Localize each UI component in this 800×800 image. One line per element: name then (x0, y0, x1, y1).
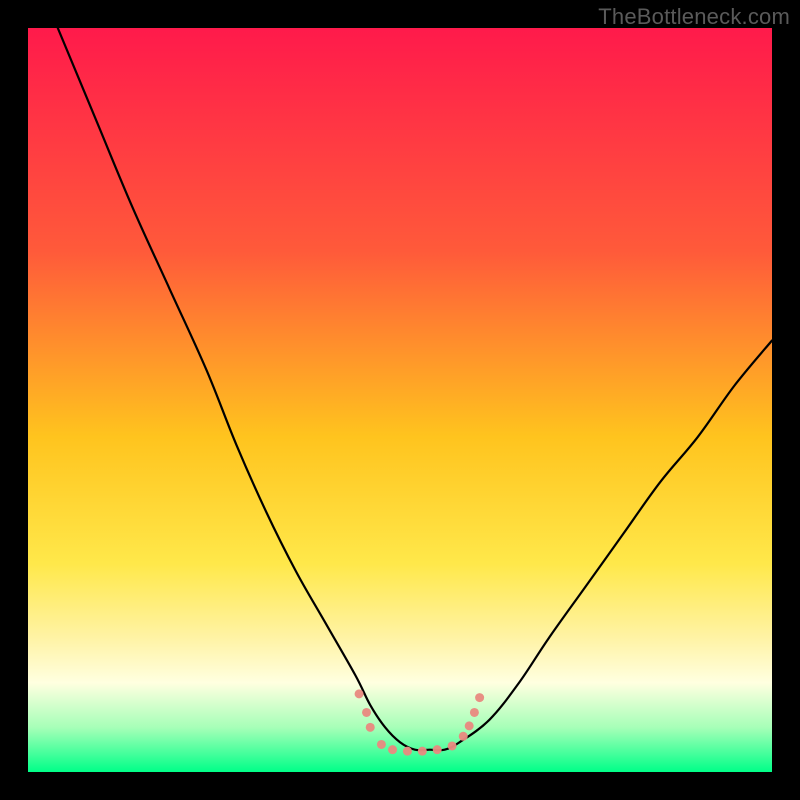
chart-frame: TheBottleneck.com (0, 0, 800, 800)
watermark: TheBottleneck.com (598, 4, 790, 30)
bottleneck-chart (0, 0, 800, 800)
